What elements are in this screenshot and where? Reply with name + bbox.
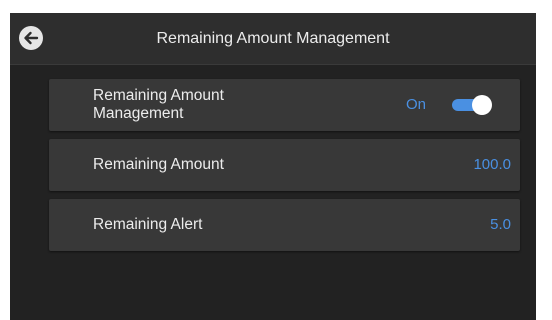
setting-label: Remaining Amount Management <box>93 87 224 122</box>
toggle-knob <box>472 95 492 115</box>
header-bar: Remaining Amount Management <box>10 13 536 65</box>
remaining-amount-value[interactable]: 100.0 <box>473 139 511 191</box>
page-title: Remaining Amount Management <box>156 30 390 47</box>
arrow-left-icon <box>24 31 39 45</box>
back-button[interactable] <box>19 26 43 50</box>
device-screen: Remaining Amount Management Remaining Am… <box>10 13 536 320</box>
remaining-alert-value[interactable]: 5.0 <box>490 199 511 251</box>
remaining-amount-management-toggle[interactable] <box>450 95 492 115</box>
setting-label: Remaining Amount <box>93 156 224 173</box>
setting-label: Remaining Alert <box>93 216 203 233</box>
toggle-state-text: On <box>406 96 427 113</box>
setting-row-remaining-amount-management[interactable]: Remaining Amount Management On <box>49 79 520 131</box>
setting-row-remaining-alert[interactable]: Remaining Alert 5.0 <box>49 199 520 251</box>
setting-row-remaining-amount[interactable]: Remaining Amount 100.0 <box>49 139 520 191</box>
